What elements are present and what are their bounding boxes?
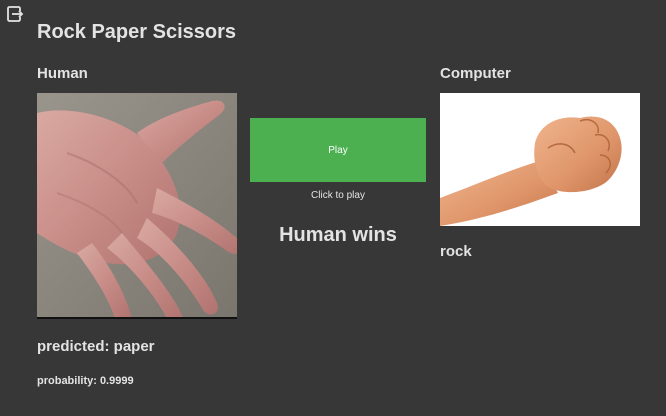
computer-choice: rock — [440, 243, 472, 260]
page-title: Rock Paper Scissors — [37, 21, 236, 43]
app-root: Rock Paper Scissors Human Computer Play … — [0, 0, 666, 416]
exit-icon[interactable] — [6, 5, 24, 23]
computer-label: Computer — [440, 65, 511, 82]
probability-text: probability: 0.9999 — [37, 375, 134, 387]
human-hand-image — [37, 93, 237, 319]
prediction-text: predicted: paper — [37, 338, 155, 355]
play-button[interactable]: Play — [250, 118, 426, 182]
computer-fist-image — [440, 93, 640, 226]
human-label: Human — [37, 65, 88, 82]
play-hint: Click to play — [311, 190, 365, 201]
result-text: Human wins — [279, 224, 397, 246]
